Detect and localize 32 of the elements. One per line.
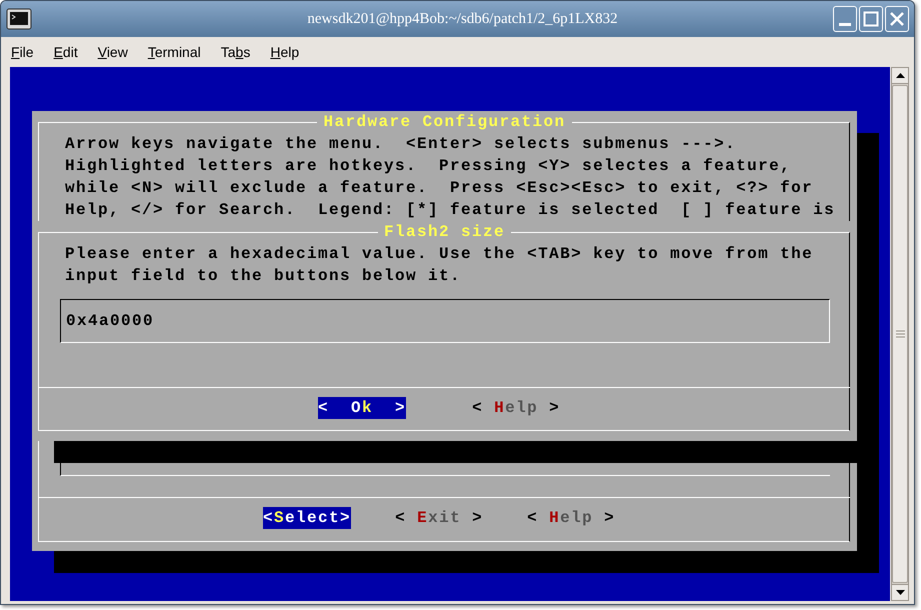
menu-item[interactable]: Edit <box>52 42 80 62</box>
up-arrow-icon <box>896 73 904 78</box>
scroll-up-button[interactable] <box>892 68 908 84</box>
scroll-down-button[interactable] <box>892 584 908 600</box>
menu-item[interactable]: View <box>96 42 130 62</box>
help-text-line: Arrow keys navigate the menu. <Enter> selects submenus --->. <box>65 134 738 155</box>
help-text-line: Help, </> for Search. Legend: [*] feature is selected [ ] feature is <box>65 200 836 221</box>
dialog-button[interactable]: < Help > <box>472 397 560 419</box>
input-field[interactable]: 0x4a0000 <box>60 299 830 343</box>
scrollbar-thumb[interactable] <box>892 85 908 583</box>
dialog-button[interactable]: < Ok > <box>318 397 406 419</box>
down-arrow-icon <box>896 590 904 595</box>
help-text-line: while <N> will exclude a feature. Press <Esc><Esc> to exit, <?> for <box>65 178 814 199</box>
dialog-button[interactable]: < Exit > <box>395 507 484 529</box>
prompt-text-line: input field to the buttons below it. <box>65 266 462 287</box>
minimize-button[interactable] <box>833 6 857 32</box>
menu-item[interactable]: Terminal <box>146 42 203 62</box>
prompt-text-line: Please enter a hexadecimal value. Use the <TAB> key to move from the <box>65 244 814 265</box>
menu-item[interactable]: Help <box>268 42 302 62</box>
terminal-icon <box>6 8 32 30</box>
dialog-button[interactable]: < Help > <box>527 507 616 529</box>
grip-icon <box>896 330 904 338</box>
maximize-button[interactable] <box>859 6 883 32</box>
maximize-icon <box>863 11 879 27</box>
menu-item[interactable]: Tabs <box>218 42 252 62</box>
window-title: newsdk201@hpp4Bob:~/sdb6/patch1/2_6p1LX832 <box>307 10 618 29</box>
minimize-icon <box>839 22 851 26</box>
close-button[interactable] <box>885 6 909 32</box>
dialog-button[interactable]: <Select> <box>263 507 352 529</box>
close-icon <box>889 11 905 27</box>
help-text-line: Highlighted letters are hotkeys. Pressing <Y> selectes a feature, <box>65 156 792 177</box>
menu-item[interactable]: File <box>9 42 36 62</box>
